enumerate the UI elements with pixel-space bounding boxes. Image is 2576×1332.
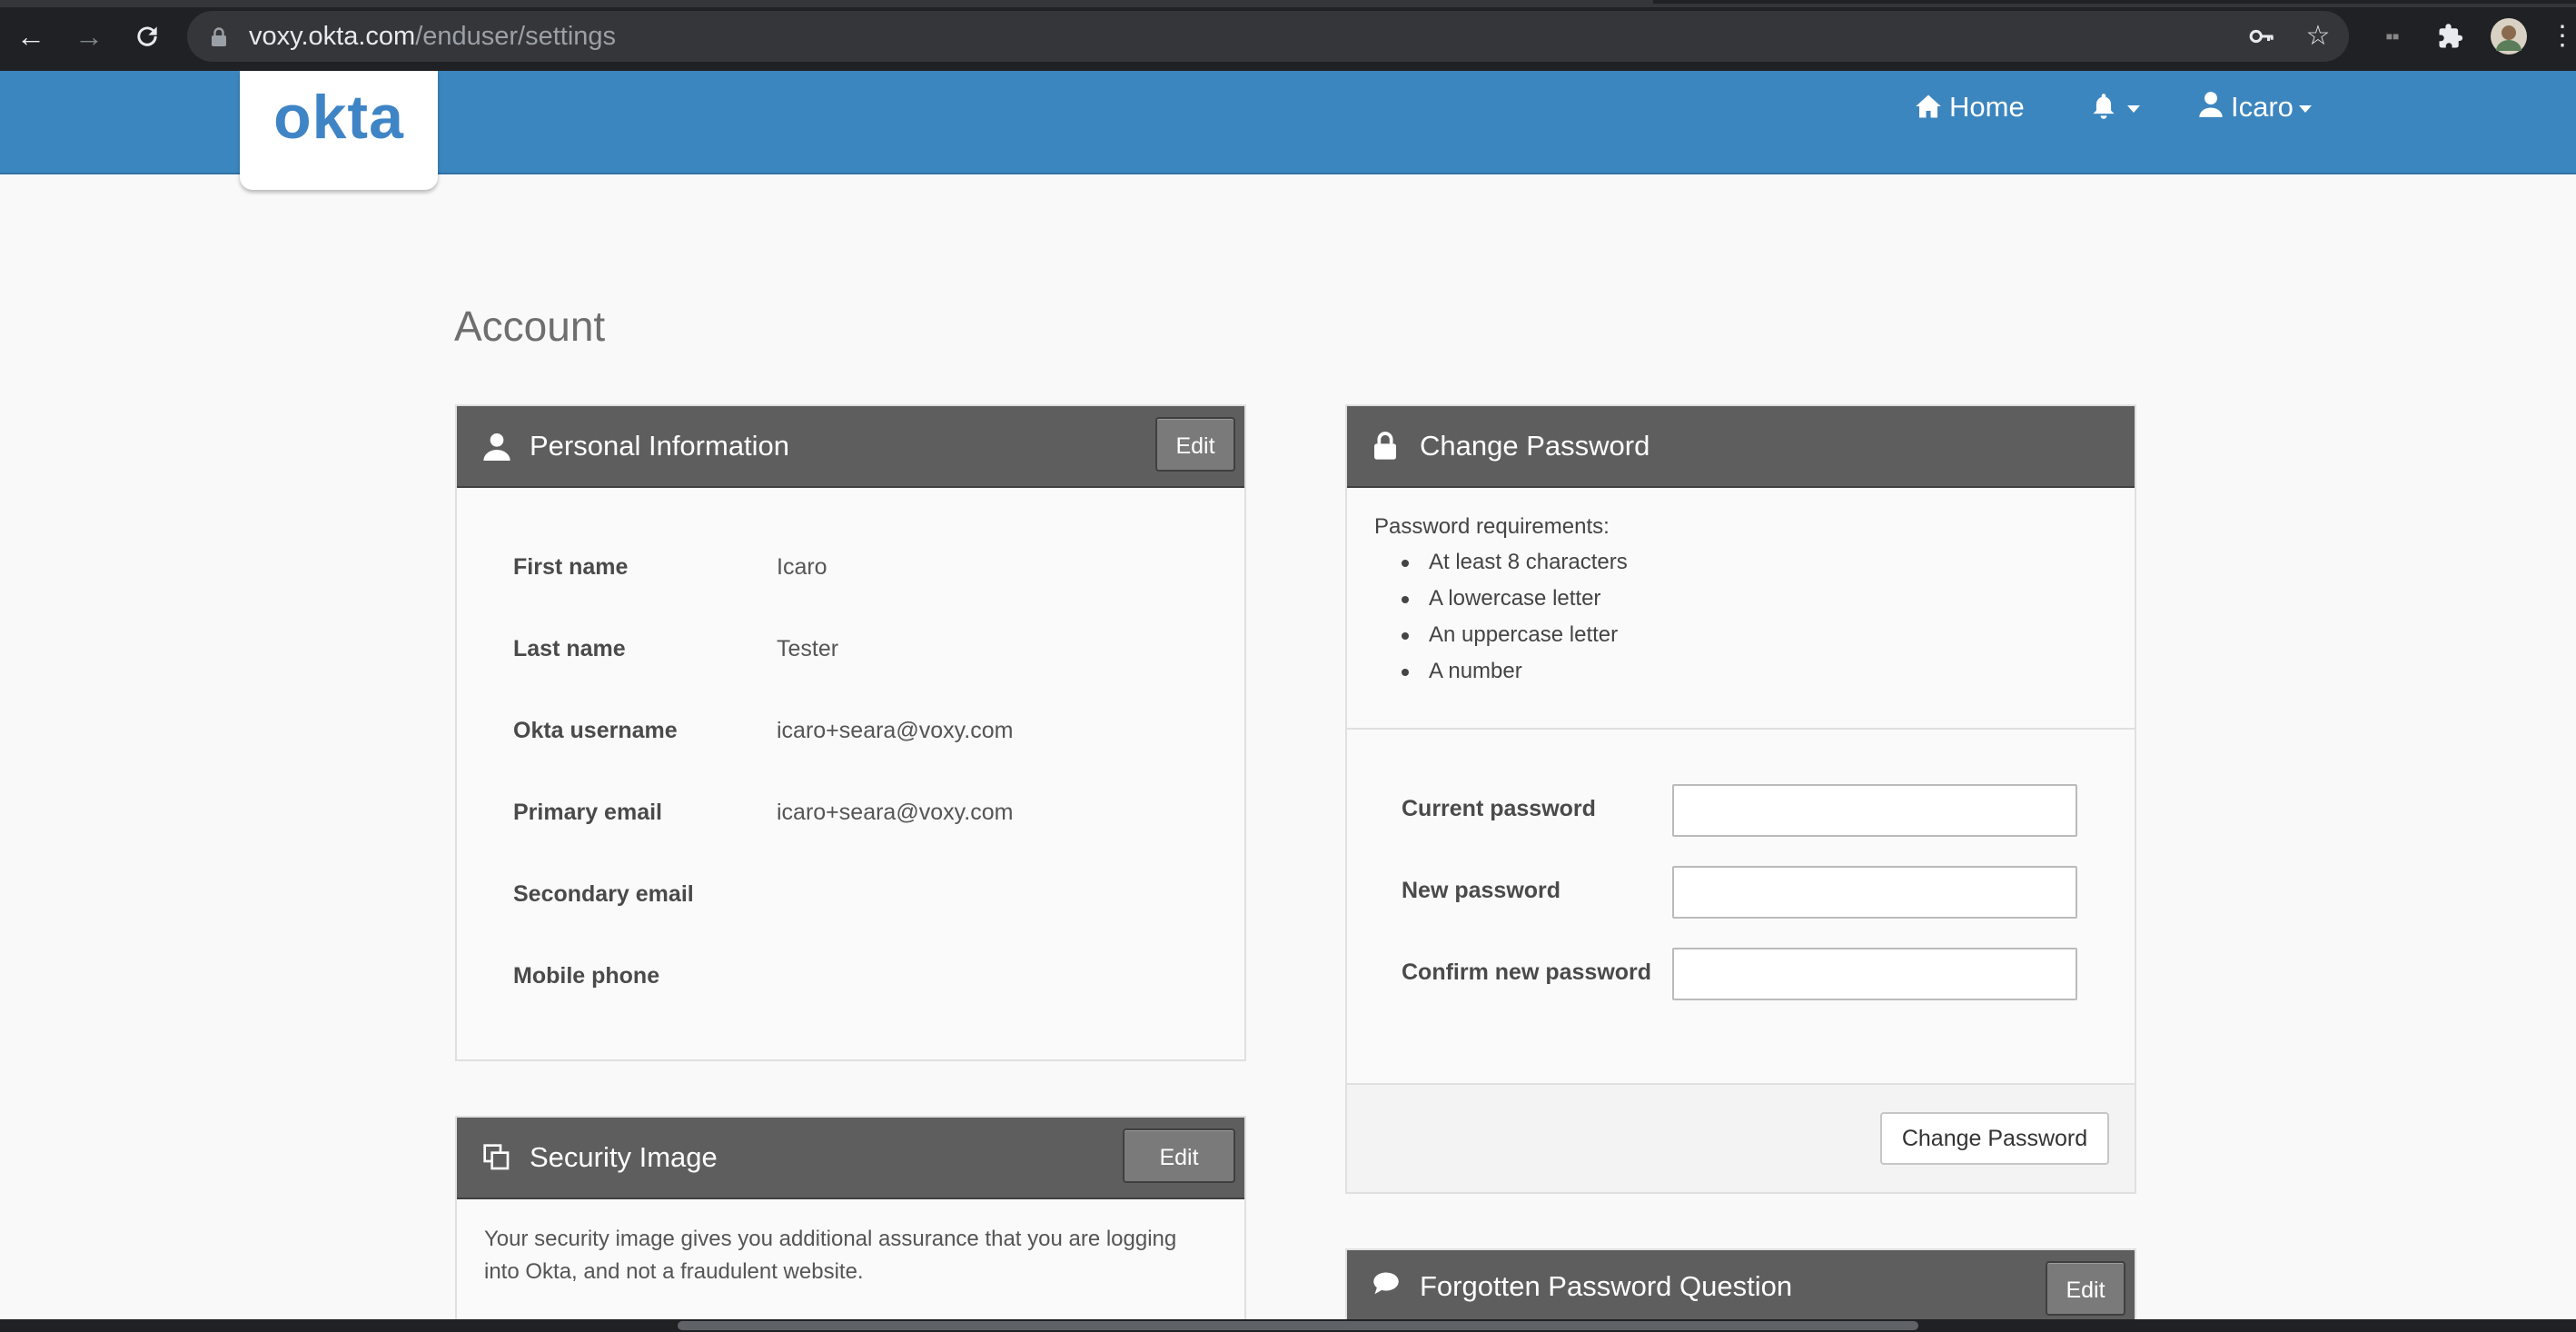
secondary-email-label: Secondary email: [513, 881, 694, 907]
personal-information-panel: Personal Information Edit First name Ica…: [455, 404, 1246, 1061]
mobile-phone-label: Mobile phone: [513, 963, 660, 989]
confirm-password-label: Confirm new password: [1402, 959, 1652, 985]
browser-toolbar: ← → voxy.okta.com/enduser/settings ☆ ■■ …: [0, 0, 2576, 71]
last-name-label: Last name: [513, 636, 626, 661]
okta-username-value: icaro+seara@voxy.com: [777, 718, 1014, 743]
extension-icon[interactable]: ■■: [2374, 18, 2411, 55]
panel-title: Personal Information: [530, 430, 790, 462]
url-text: voxy.okta.com/enduser/settings: [249, 22, 616, 51]
notifications-menu[interactable]: [2091, 89, 2140, 125]
requirement-item: A number: [1402, 653, 1628, 690]
panel-title: Change Password: [1420, 430, 1650, 462]
panel-footer: Change Password: [1347, 1083, 2135, 1192]
panel-title: Forgotten Password Question: [1420, 1270, 1793, 1302]
change-password-button[interactable]: Change Password: [1880, 1112, 2109, 1165]
first-name-label: First name: [513, 554, 629, 580]
speech-bubble-icon: [1372, 1270, 1402, 1299]
lock-icon: [211, 27, 227, 52]
scrollbar-thumb[interactable]: [678, 1321, 1918, 1330]
forward-icon[interactable]: →: [71, 18, 107, 55]
last-name-value: Tester: [777, 636, 839, 661]
panel-header: Personal Information Edit: [457, 406, 1244, 488]
chevron-down-icon: [2298, 104, 2312, 113]
divider: [1347, 728, 2135, 730]
security-image-panel: Security Image Edit Your security image …: [455, 1116, 1246, 1325]
bell-icon: [2093, 94, 2115, 119]
image-stack-icon: [482, 1143, 511, 1172]
home-link[interactable]: Home: [1915, 89, 2025, 125]
user-icon: [482, 432, 511, 461]
edit-personal-info-button[interactable]: Edit: [1155, 417, 1235, 472]
url-path: /enduser/settings: [415, 22, 617, 51]
home-icon: [1916, 94, 1941, 118]
user-name: Icaro: [2231, 91, 2294, 123]
home-label: Home: [1949, 91, 2025, 123]
edit-forgotten-question-button[interactable]: Edit: [2046, 1261, 2125, 1316]
profile-avatar[interactable]: [2489, 18, 2529, 55]
key-icon[interactable]: [2244, 18, 2280, 55]
edit-security-image-button[interactable]: Edit: [1123, 1128, 1235, 1183]
okta-username-label: Okta username: [513, 718, 678, 743]
panel-header: Security Image Edit: [457, 1118, 1244, 1199]
tab-strip: [0, 0, 2576, 7]
user-menu[interactable]: Icaro: [2198, 89, 2312, 125]
reload-icon[interactable]: [129, 18, 165, 55]
bookmark-star-icon[interactable]: ☆: [2300, 18, 2336, 55]
extensions-puzzle-icon[interactable]: [2432, 18, 2469, 55]
requirement-item: An uppercase letter: [1402, 617, 1628, 653]
user-icon: [2199, 92, 2223, 117]
password-requirements-label: Password requirements:: [1374, 514, 1610, 539]
url-domain: voxy.okta.com: [249, 22, 416, 51]
requirement-item: A lowercase letter: [1402, 581, 1628, 617]
page-title: Account: [454, 303, 606, 350]
address-bar[interactable]: voxy.okta.com/enduser/settings: [187, 11, 2349, 62]
current-password-label: Current password: [1402, 796, 1596, 821]
primary-email-label: Primary email: [513, 800, 662, 825]
first-name-value: Icaro: [777, 554, 827, 580]
new-password-label: New password: [1402, 878, 1561, 903]
change-password-panel: Change Password Password requirements: A…: [1345, 404, 2136, 1194]
panel-title: Security Image: [530, 1141, 718, 1173]
menu-kebab-icon[interactable]: ⋮: [2549, 18, 2576, 55]
password-requirements-list: At least 8 characters A lowercase letter…: [1402, 544, 1628, 690]
forgotten-password-question-panel: Forgotten Password Question Edit: [1345, 1248, 2136, 1325]
current-password-input[interactable]: [1672, 784, 2077, 837]
logo-text: okta: [273, 83, 404, 152]
back-icon[interactable]: ←: [13, 18, 49, 55]
requirement-item: At least 8 characters: [1402, 544, 1628, 581]
chevron-down-icon: [2127, 104, 2140, 113]
primary-email-value: icaro+seara@voxy.com: [777, 800, 1014, 825]
panel-header: Forgotten Password Question Edit: [1347, 1250, 2135, 1325]
security-image-description: Your security image gives you additional…: [484, 1227, 1177, 1284]
lock-icon: [1372, 432, 1402, 461]
confirm-password-input[interactable]: [1672, 948, 2077, 1000]
panel-header: Change Password: [1347, 406, 2135, 488]
new-password-input[interactable]: [1672, 866, 2077, 919]
horizontal-scrollbar[interactable]: [0, 1319, 2576, 1332]
okta-logo[interactable]: okta: [240, 71, 438, 190]
